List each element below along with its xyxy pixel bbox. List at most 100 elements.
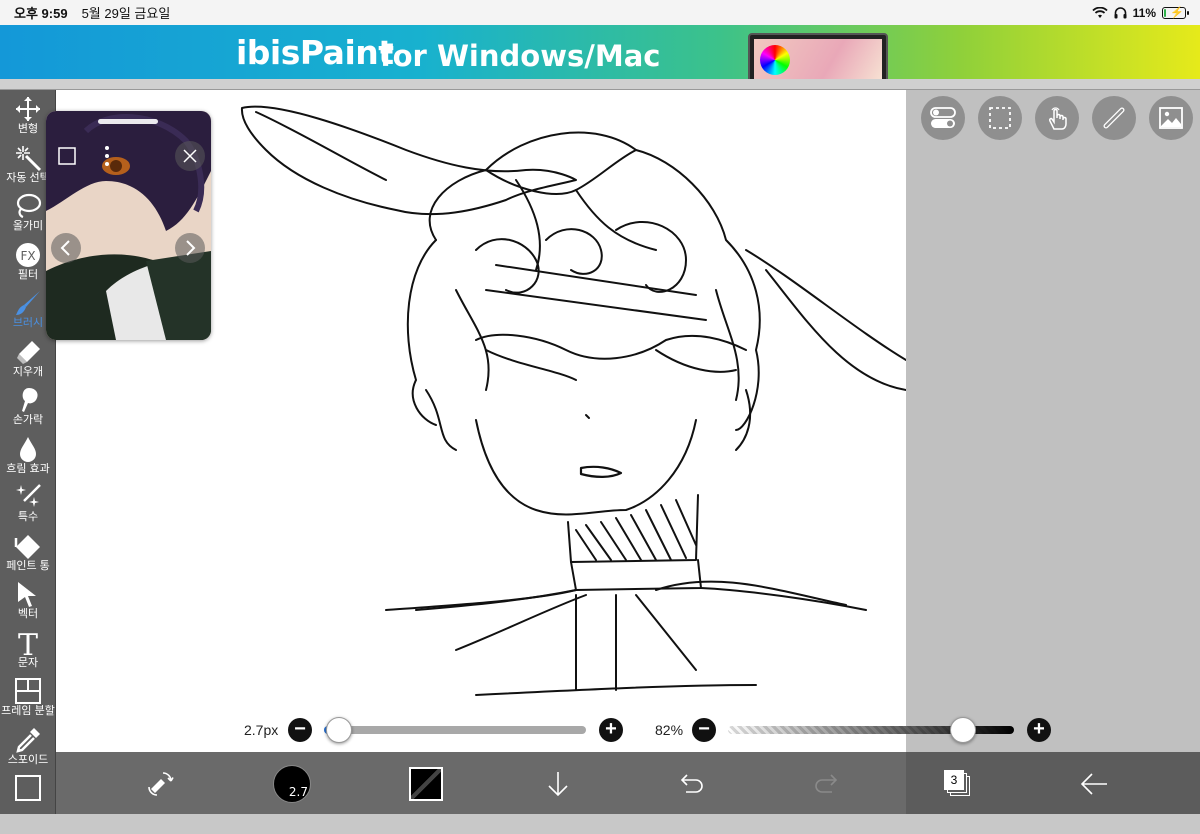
opacity-plus-button[interactable]: + — [1027, 718, 1051, 742]
color-picker-button[interactable] — [404, 762, 448, 806]
tool-frame-divide[interactable]: 프레임 분할 — [0, 674, 56, 723]
ad-laptop-image — [748, 33, 888, 79]
chevron-right-icon — [186, 240, 196, 256]
reference-next-button[interactable] — [175, 233, 205, 263]
ibispaint-app: 오후 9:59 5월 29일 금요일 11% ⚡ ibisPaint for W… — [0, 0, 1200, 834]
headphones-icon — [1114, 6, 1127, 18]
battery-level — [1164, 8, 1167, 17]
tool-label: 스포이드 — [7, 753, 49, 766]
reference-drag-handle[interactable] — [98, 119, 158, 124]
undo-icon — [680, 774, 703, 793]
undo-button[interactable] — [670, 762, 714, 806]
current-color-swatch — [409, 767, 443, 801]
brush-eraser-swap-button[interactable] — [138, 762, 182, 806]
ad-banner[interactable]: ibisPaint for Windows/Mac — [0, 25, 1200, 79]
dashed-selection-icon — [989, 107, 1011, 129]
close-icon — [183, 149, 197, 163]
eyedropper-icon — [14, 726, 42, 754]
brush-icon — [14, 289, 42, 317]
layers-icon: 3 — [944, 770, 972, 798]
tool-text[interactable]: T 문자 — [0, 626, 56, 675]
brush-size-minus-button[interactable]: − — [288, 718, 312, 742]
tool-label: 벡터 — [17, 608, 39, 620]
tool-eyedropper[interactable]: 스포이드 — [0, 723, 56, 772]
frame-divide-icon — [14, 677, 42, 705]
image-icon — [1159, 107, 1183, 129]
reference-crop-button[interactable] — [52, 141, 82, 171]
reference-prev-button[interactable] — [51, 233, 81, 263]
special-sparkle-icon — [14, 483, 42, 511]
brush-size-thumb[interactable] — [326, 717, 352, 743]
brush-size-track[interactable] — [324, 726, 586, 734]
more-vertical-icon — [105, 146, 109, 166]
magic-wand-icon — [14, 144, 42, 172]
hand-touch-icon — [1049, 107, 1067, 130]
tool-paint-bucket[interactable]: 페인트 통 — [0, 529, 56, 578]
canvas-icon — [14, 774, 42, 802]
back-button[interactable] — [1072, 762, 1116, 806]
tool-finger[interactable]: 손가락 — [0, 383, 56, 432]
eraser-icon — [14, 338, 42, 366]
opacity-minus-button[interactable]: − — [692, 718, 716, 742]
ad-separator — [0, 79, 1200, 90]
ruler-button[interactable] — [1092, 96, 1136, 140]
brush-size-plus-button[interactable]: + — [599, 718, 623, 742]
reference-menu-button[interactable] — [92, 141, 122, 171]
arrow-down-icon — [548, 772, 568, 797]
status-right: 11% ⚡ — [1092, 5, 1189, 20]
text-icon: T — [14, 628, 42, 663]
touch-button[interactable] — [1035, 96, 1079, 140]
swap-brush-eraser-icon — [148, 772, 174, 796]
tool-vector-arrow[interactable]: 벡터 — [0, 577, 56, 626]
svg-text:FX: FX — [20, 249, 35, 263]
toggle-switch-icon — [930, 107, 956, 128]
redo-button[interactable] — [804, 762, 848, 806]
reference-close-button[interactable] — [175, 141, 205, 171]
toggle-settings-button[interactable] — [921, 96, 965, 140]
blur-drop-icon — [14, 435, 42, 463]
tool-label: 손가락 — [12, 414, 44, 426]
battery-percent: 11% — [1132, 5, 1156, 20]
crop-square-icon — [58, 147, 76, 165]
tool-label: 문자 — [17, 656, 39, 669]
download-button[interactable] — [536, 762, 580, 806]
charging-bolt-icon: ⚡ — [1170, 6, 1184, 19]
color-wheel-icon — [760, 45, 790, 75]
svg-text:T: T — [18, 629, 38, 657]
reference-window[interactable] — [46, 111, 211, 340]
opacity-thumb[interactable] — [949, 717, 976, 743]
brush-size-preview-icon: 2.7 — [273, 765, 311, 803]
tool-label: 흐림 효과 — [6, 462, 50, 475]
brush-settings-button[interactable]: 2.7 — [270, 762, 314, 806]
image-material-button[interactable] — [1149, 96, 1193, 140]
ad-brand: ibisPaint — [236, 33, 394, 72]
selection-button[interactable] — [978, 96, 1022, 140]
bottom-toolbar: 2.7 3 — [56, 752, 1200, 814]
move-icon — [14, 95, 42, 123]
lasso-icon — [14, 192, 42, 220]
canvas-outside-area — [906, 90, 1200, 752]
status-date: 5월 29일 금요일 — [81, 6, 171, 21]
tool-label: 지우개 — [12, 365, 44, 378]
tool-canvas[interactable] — [0, 771, 56, 820]
tool-label: 특수 — [17, 511, 39, 523]
status-time: 오후 9:59 — [14, 6, 68, 21]
finger-icon — [14, 386, 42, 414]
tool-eraser[interactable]: 지우개 — [0, 335, 56, 384]
brush-size-value: 2.7px — [244, 722, 279, 738]
ruler-icon — [1103, 107, 1125, 129]
chevron-left-icon — [60, 240, 70, 256]
battery-icon: ⚡ — [1162, 6, 1189, 19]
arrow-left-icon — [1080, 773, 1107, 795]
vector-arrow-icon — [14, 580, 42, 608]
redo-icon — [815, 774, 838, 793]
ad-slogan: for Windows/Mac — [380, 39, 661, 73]
wifi-icon — [1092, 6, 1108, 18]
brush-size-badge: 2.7 — [288, 785, 308, 799]
tool-label: 페인트 통 — [6, 559, 50, 572]
tool-special-sparkle[interactable]: 특수 — [0, 480, 56, 529]
bottom-strip — [0, 814, 1200, 834]
layers-button[interactable]: 3 — [936, 762, 980, 806]
layer-count: 3 — [944, 770, 964, 790]
tool-blur-drop[interactable]: 흐림 효과 — [0, 432, 56, 481]
